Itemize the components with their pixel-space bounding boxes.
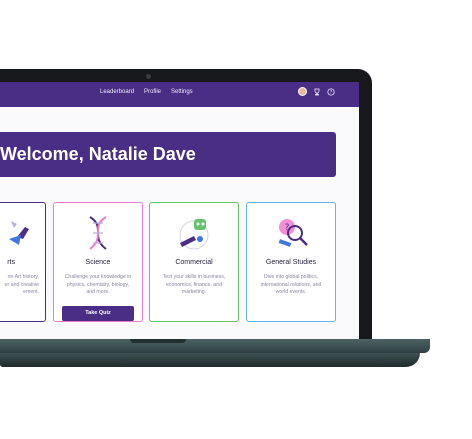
nav-settings[interactable]: Settings	[171, 89, 193, 95]
palette-icon	[9, 221, 29, 245]
nav-profile[interactable]: Profile	[144, 89, 161, 95]
card-science[interactable]: Science Challenge your knowledge in phys…	[53, 202, 143, 322]
dna-icon	[89, 216, 107, 250]
top-navigation: Leaderboard Profile Settings ?	[0, 82, 359, 107]
app-screen: Leaderboard Profile Settings ? Welcome, …	[0, 82, 359, 339]
card-general-studies-desc: Dive into global politics, international…	[260, 274, 322, 295]
briefcase-robot-icon	[179, 219, 209, 250]
laptop-hinge-notch	[130, 339, 186, 343]
magnifier-icon: ?	[278, 219, 308, 247]
nav-leaderboard[interactable]: Leaderboard	[100, 89, 134, 95]
laptop-base	[0, 339, 430, 353]
card-commercial[interactable]: Commercial Test your skills in business,…	[149, 202, 239, 322]
welcome-title: Welcome, Natalie Dave	[0, 144, 196, 164]
card-arts-desc: on Art history, er and creative ement.	[4, 274, 39, 295]
welcome-banner: Welcome, Natalie Dave	[0, 132, 336, 177]
take-quiz-button[interactable]: Take Quiz	[62, 306, 134, 321]
card-general-studies[interactable]: ? General Studies Dive into global polit…	[246, 202, 336, 322]
trophy-icon[interactable]	[313, 88, 321, 96]
camera-icon	[146, 74, 151, 79]
card-general-studies-title: General Studies	[265, 259, 317, 266]
card-commercial-title: Commercial	[175, 259, 213, 266]
card-arts-title: rts	[7, 259, 15, 266]
card-arts[interactable]: rts on Art history, er and creative emen…	[0, 202, 46, 322]
help-icon[interactable]: ?	[327, 87, 335, 96]
avatar[interactable]	[298, 87, 307, 96]
card-science-desc: Challenge your knowledge in physics, che…	[64, 274, 132, 295]
card-science-title: Science	[85, 259, 111, 266]
card-commercial-desc: Test your skills in business, economics,…	[162, 274, 226, 295]
laptop-base-lip	[0, 353, 420, 367]
nav-icon-group: ?	[298, 87, 335, 96]
